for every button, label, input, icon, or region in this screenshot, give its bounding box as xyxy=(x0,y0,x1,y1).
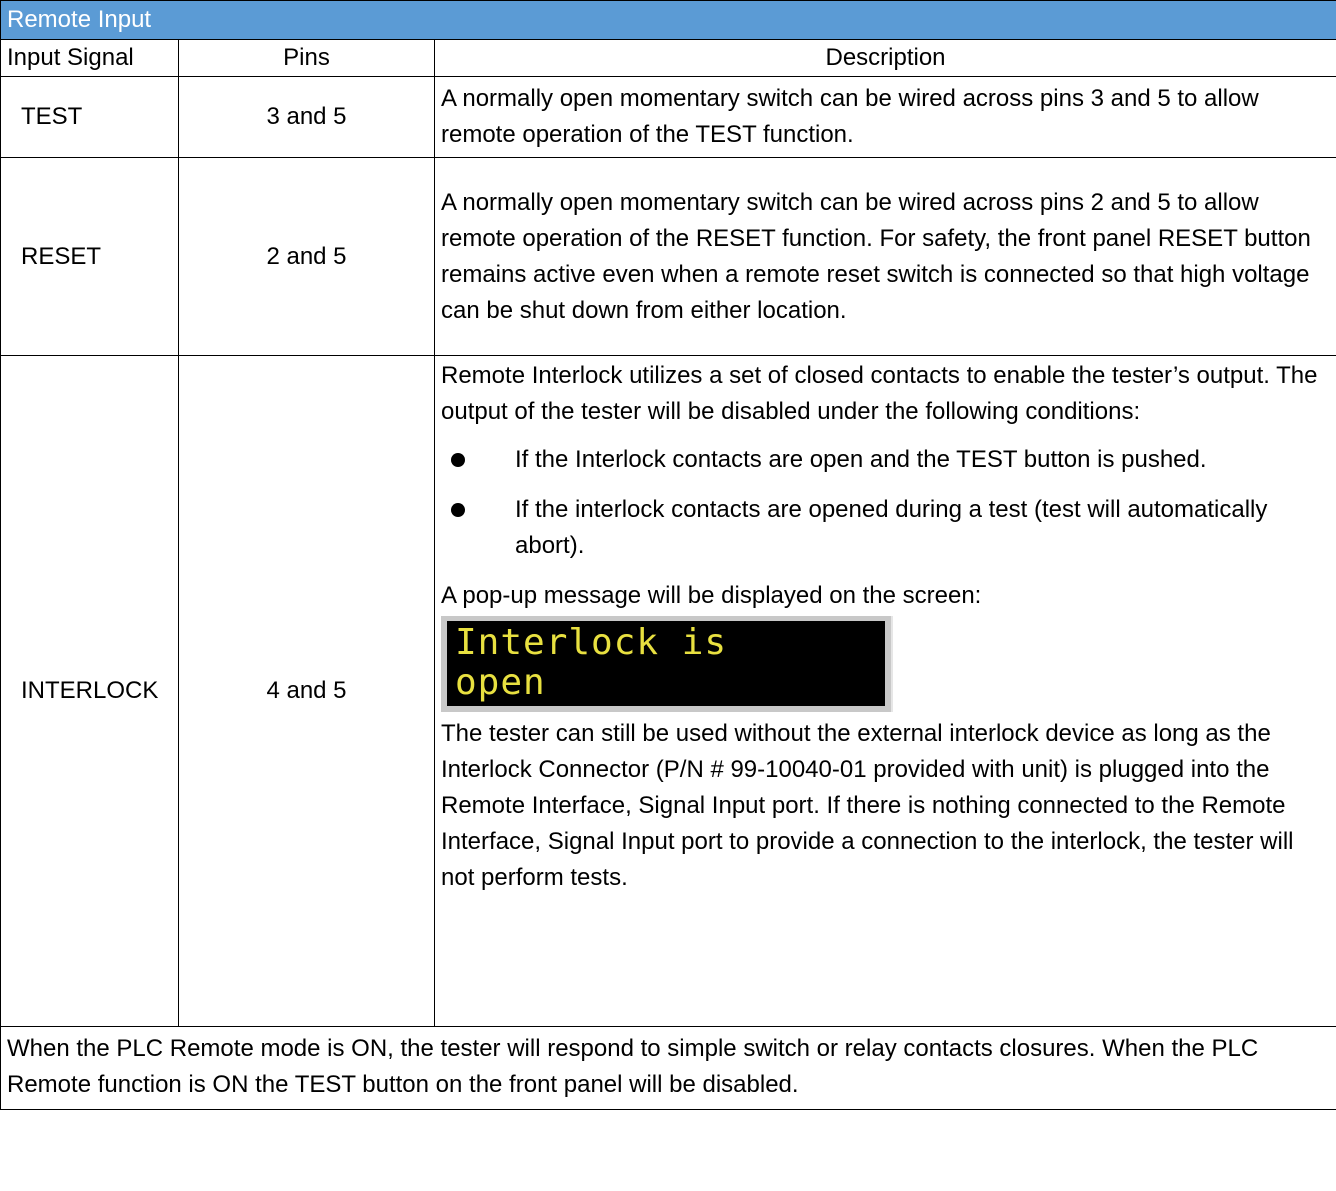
header-input-signal: Input Signal xyxy=(0,39,179,77)
condition-list: If the Interlock contacts are open and t… xyxy=(441,442,1330,564)
list-item-text: If the interlock contacts are opened dur… xyxy=(515,496,1268,559)
signal-cell: INTERLOCK xyxy=(0,355,179,1027)
popup-intro: A pop-up message will be displayed on th… xyxy=(441,582,982,609)
list-item: If the Interlock contacts are open and t… xyxy=(441,442,1330,478)
lcd-popup-frame: Interlock is open xyxy=(441,616,893,712)
table-footer-row: When the PLC Remote mode is ON, the test… xyxy=(0,1026,1336,1110)
table-footer: When the PLC Remote mode is ON, the test… xyxy=(0,1026,1336,1110)
pins-cell: 3 and 5 xyxy=(178,76,435,158)
header-pins: Pins xyxy=(178,39,435,77)
table-row-reset: RESET 2 and 5 A normally open momentary … xyxy=(0,157,1336,356)
table-row-interlock: INTERLOCK 4 and 5 Remote Interlock utili… xyxy=(0,355,1336,1027)
remote-input-table: Remote Input Input Signal Pins Descripti… xyxy=(0,0,1336,1110)
bullet-icon xyxy=(451,503,465,517)
header-description: Description xyxy=(433,39,1336,77)
pins-cell: 2 and 5 xyxy=(178,157,435,356)
lcd-line-1: Interlock is xyxy=(455,622,728,663)
signal-cell: TEST xyxy=(0,76,179,158)
bullet-icon xyxy=(451,453,465,467)
list-item-text: If the Interlock contacts are open and t… xyxy=(515,446,1207,473)
list-item: If the interlock contacts are opened dur… xyxy=(441,492,1330,564)
signal-cell: RESET xyxy=(0,157,179,356)
interlock-closing: The tester can still be used without the… xyxy=(441,720,1294,891)
table-header-row: Input Signal Pins Description xyxy=(0,39,1336,77)
pins-cell: 4 and 5 xyxy=(178,355,435,1027)
description-cell: A normally open momentary switch can be … xyxy=(433,76,1336,158)
description-cell: Remote Interlock utilizes a set of close… xyxy=(433,355,1336,1027)
table-title: Remote Input xyxy=(0,0,1336,40)
interlock-intro: Remote Interlock utilizes a set of close… xyxy=(441,362,1318,425)
table-title-row: Remote Input xyxy=(0,0,1336,40)
table-row-test: TEST 3 and 5 A normally open momentary s… xyxy=(0,76,1336,158)
description-cell: A normally open momentary switch can be … xyxy=(433,157,1336,356)
lcd-line-2: open xyxy=(455,662,546,703)
lcd-popup-message: Interlock is open xyxy=(447,621,885,706)
